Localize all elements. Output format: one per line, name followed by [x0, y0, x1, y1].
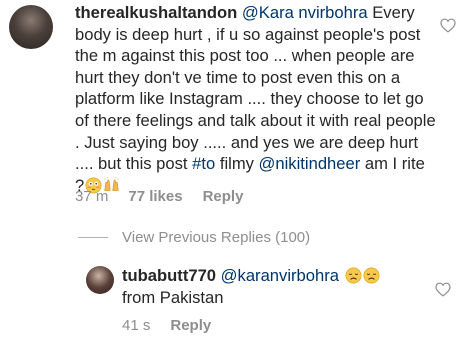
comment-hashtag[interactable]: #to [192, 154, 215, 173]
comment-meta: 37 m 77 likes Reply [75, 188, 243, 205]
comment-likes-count[interactable]: 77 likes [128, 188, 182, 205]
reply-avatar[interactable] [86, 266, 114, 294]
reply-username[interactable]: tubabutt770 [122, 266, 216, 285]
like-comment-icon[interactable] [440, 18, 456, 33]
view-replies-label: View Previous Replies (100) [122, 229, 311, 246]
comment-text-part-1: Every body is deep hurt , if u so agains… [75, 3, 436, 174]
comment-username[interactable]: therealkushaltandon [75, 3, 237, 22]
like-reply-icon[interactable] [435, 282, 451, 297]
reply-text: from Pakistan [122, 287, 224, 307]
reply-time: 41 s [122, 317, 151, 334]
comments-panel: therealkushaltandon @Kara nvirbohra Ever… [0, 0, 474, 355]
reply-reply-button[interactable]: Reply [170, 317, 211, 334]
comment-body: therealkushaltandon @Kara nvirbohra Ever… [75, 2, 437, 196]
comment-mention-nikitindheer[interactable]: @nikitindheer [259, 154, 361, 173]
commenter-avatar[interactable] [9, 5, 53, 49]
view-previous-replies-button[interactable]: View Previous Replies (100) [78, 229, 310, 246]
divider-line [78, 237, 108, 238]
reply-body: tubabutt770 @karanvirbohra from Pakistan [122, 265, 422, 308]
disappointed-face-emoji-icon [345, 267, 362, 284]
disappointed-face-emoji-icon [363, 267, 380, 284]
comment-time: 37 m [75, 188, 109, 205]
reply-meta: 41 s Reply [122, 317, 211, 334]
comment-mention-karanvirbohra[interactable]: @Kara nvirbohra [242, 3, 368, 22]
reply-mention[interactable]: @karanvirbohra [221, 266, 339, 285]
comment-text-part-2: filmy [215, 154, 259, 174]
comment-reply-button[interactable]: Reply [203, 188, 244, 205]
